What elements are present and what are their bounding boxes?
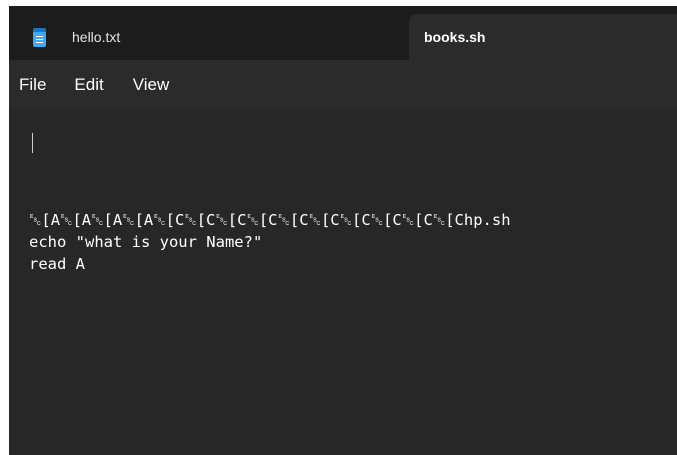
menu-file[interactable]: File — [19, 69, 46, 101]
menu-edit[interactable]: Edit — [74, 69, 103, 101]
text-editor[interactable]: ␛[A␛[A␛[A␛[A␛[C␛[C␛[C␛[C␛[C␛[C␛[C␛[C␛[C␛… — [9, 109, 677, 455]
editor-line: ␛[A␛[A␛[A␛[A␛[C␛[C␛[C␛[C␛[C␛[C␛[C␛[C␛[C␛… — [29, 211, 511, 229]
editor-line: read A — [29, 255, 85, 273]
notepad-icon — [33, 27, 46, 47]
menu-view[interactable]: View — [133, 69, 170, 101]
editor-content: ␛[A␛[A␛[A␛[A␛[C␛[C␛[C␛[C␛[C␛[C␛[C␛[C␛[C␛… — [29, 209, 511, 275]
tab-hello-txt[interactable]: hello.txt — [19, 14, 399, 60]
notepad-window: hello.txt books.sh File Edit View ␛[A␛[A… — [9, 6, 677, 455]
editor-line: echo "what is your Name?" — [29, 233, 263, 251]
menu-bar: File Edit View — [9, 60, 677, 109]
text-caret — [32, 133, 33, 153]
tab-bar: hello.txt books.sh — [9, 6, 677, 60]
tab-books-sh[interactable]: books.sh — [409, 14, 677, 60]
tab-label: books.sh — [424, 29, 486, 45]
tab-label: hello.txt — [72, 29, 121, 45]
